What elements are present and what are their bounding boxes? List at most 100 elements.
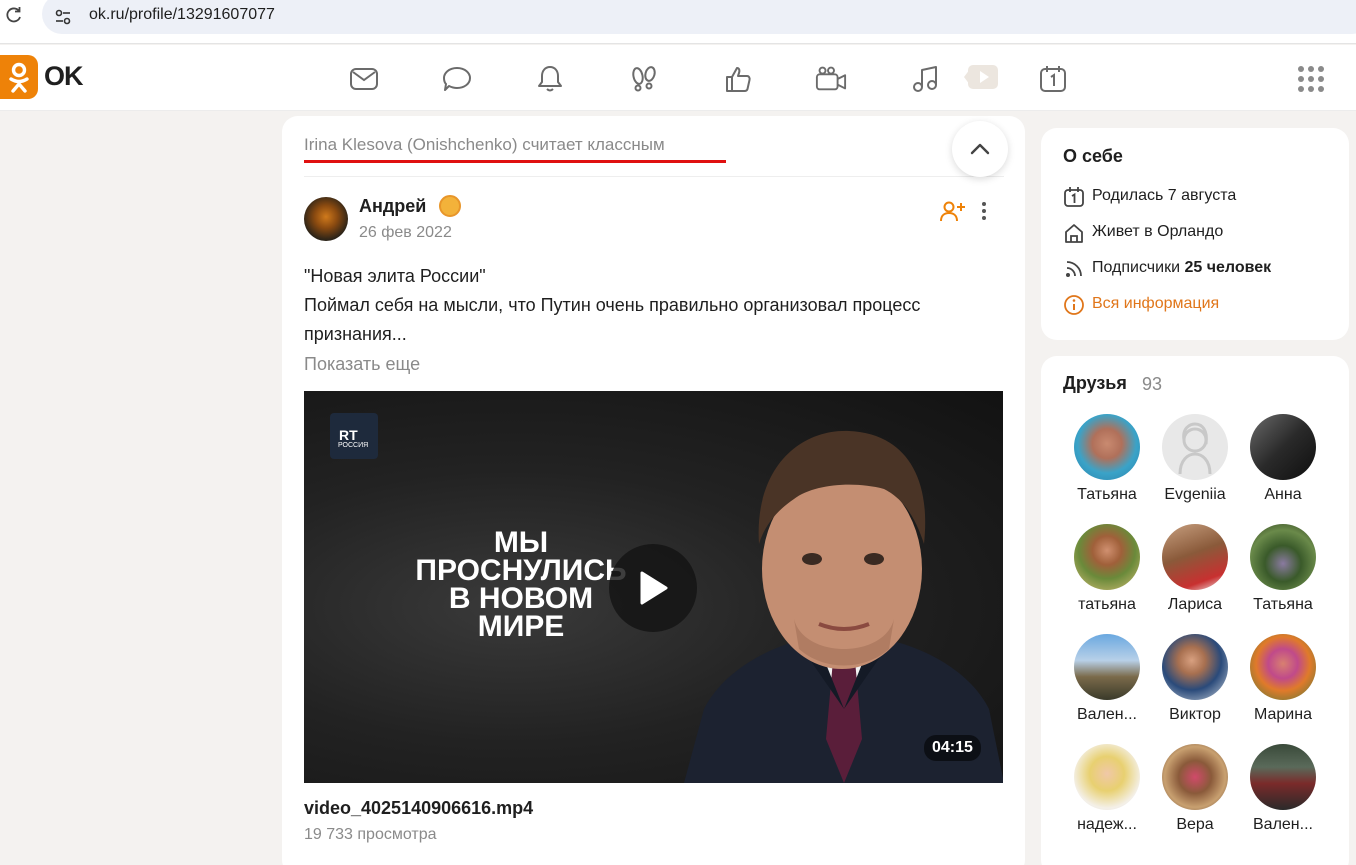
friend-name[interactable]: Evgeniia [1155,486,1235,504]
author-name[interactable]: Андрей [359,196,426,217]
site-info-icon[interactable] [52,6,74,28]
likes-icon[interactable] [722,63,754,95]
friend-item[interactable]: Татьяна [1067,414,1147,514]
highlight-underline [304,160,726,163]
ok-logo[interactable] [0,55,38,99]
friend-avatar[interactable] [1074,634,1140,700]
friend-name[interactable]: Виктор [1155,706,1235,724]
subscribers-label: Подписчики [1092,259,1181,276]
friends-count: 93 [1142,374,1163,394]
reload-icon[interactable] [4,5,24,25]
post-text-line: "Новая элита России" [304,266,486,286]
calendar-icon [1063,186,1085,208]
home-icon [1063,222,1085,244]
video-views: 19 733 просмотра [304,826,437,843]
add-friend-icon[interactable] [940,200,966,222]
friend-avatar[interactable] [1162,634,1228,700]
friend-name[interactable]: Вален... [1067,706,1147,724]
friend-avatar[interactable] [1162,414,1228,480]
all-info-text[interactable]: Вся информация [1092,295,1219,313]
video-player[interactable]: RT РОССИЯ МЫ ПРОСНУЛИСЬ В НОВОМ МИРЕ 04:… [304,391,1003,783]
post-date[interactable]: 26 фев 2022 [359,224,452,242]
subscribers-text: Подписчики 25 человек [1092,259,1271,277]
friend-name[interactable]: надеж... [1067,816,1147,834]
location-text: Живет в Орландо [1092,223,1224,240]
browser-toolbar: ok.ru/profile/13291607077 [0,0,1356,44]
notifications-icon[interactable] [534,63,566,95]
friend-avatar[interactable] [1250,634,1316,700]
friend-avatar[interactable] [1074,524,1140,590]
friend-item[interactable]: Татьяна [1243,524,1323,624]
friend-item[interactable]: Вален... [1243,744,1323,844]
url-text[interactable]: ok.ru/profile/13291607077 [89,6,275,24]
collapse-button[interactable] [952,121,1008,177]
info-icon [1063,294,1085,316]
friend-avatar[interactable] [1074,414,1140,480]
badge-text: RT [339,427,358,443]
all-info-link[interactable]: Вся информация [1063,294,1343,318]
rss-icon [1063,258,1085,280]
messages-icon[interactable] [348,63,380,95]
badge-subtext: РОССИЯ [338,442,369,449]
friend-name[interactable]: татьяна [1067,596,1147,614]
video-duration: 04:15 [924,735,981,761]
show-more-link[interactable]: Показать еще [304,354,420,375]
friend-avatar[interactable] [1250,524,1316,590]
friend-item[interactable]: Лариса [1155,524,1235,624]
friend-avatar[interactable] [1074,744,1140,810]
birthday-row: Родилась 7 августа [1063,186,1343,210]
birthday-text: Родилась 7 августа [1092,187,1237,204]
more-options-icon[interactable] [978,200,990,222]
author-avatar[interactable] [304,197,348,241]
play-button[interactable] [609,544,697,632]
calendar-icon[interactable] [1037,63,1069,95]
friend-name[interactable]: Татьяна [1067,486,1147,504]
friend-item[interactable]: Анна [1243,414,1323,514]
chevron-up-icon [970,143,990,155]
friend-item[interactable]: Виктор [1155,634,1235,734]
divider [304,176,1004,177]
address-bar[interactable]: ok.ru/profile/13291607077 [42,0,1356,34]
video-title[interactable]: video_4025140906616.mp4 [304,798,533,819]
friend-item[interactable]: Evgeniia [1155,414,1235,514]
friend-item[interactable]: татьяна [1067,524,1147,624]
default-avatar-icon [1178,422,1212,475]
video-promo-icon[interactable] [964,63,1000,91]
friends-title[interactable]: Друзья [1063,373,1127,394]
about-title: О себе [1063,146,1123,166]
apps-grid-icon[interactable] [1296,64,1326,94]
friend-item[interactable]: Вален... [1067,634,1147,734]
channel-badge: RT РОССИЯ [330,413,378,459]
friend-name[interactable]: Анна [1243,486,1323,504]
friend-avatar[interactable] [1162,744,1228,810]
discussions-icon[interactable] [441,63,473,95]
friend-name[interactable]: Татьяна [1243,596,1323,614]
feed-post-card: Irina Klesova (Onishchenko) считает клас… [282,116,1025,865]
friend-item[interactable]: Марина [1243,634,1323,734]
site-header: OK [0,45,1356,111]
friend-avatar[interactable] [1250,414,1316,480]
about-card: О себе Родилась 7 августа Живет в Орланд… [1041,128,1349,340]
play-icon [640,571,668,605]
location-row: Живет в Орландо [1063,222,1343,246]
guests-icon[interactable] [628,63,660,95]
friend-name[interactable]: Вален... [1243,816,1323,834]
friend-name[interactable]: Лариса [1155,596,1235,614]
friend-avatar[interactable] [1250,744,1316,810]
friends-card: Друзья 93 Татьяна Evgeniia Анна татьяна … [1041,356,1349,865]
friend-avatar[interactable] [1162,524,1228,590]
logo-text[interactable]: OK [44,61,83,92]
subscribers-value: 25 человек [1184,259,1272,276]
friend-name[interactable]: Марина [1243,706,1323,724]
smiley-icon [439,195,461,217]
liked-by-text[interactable]: Irina Klesova (Onishchenko) считает клас… [304,135,665,155]
subscribers-row[interactable]: Подписчики 25 человек [1063,258,1343,282]
friend-name[interactable]: Вера [1155,816,1235,834]
video-person-figure [684,409,1003,783]
post-text-line: Поймал себя на мысли, что Путин очень пр… [304,295,921,344]
post-text: "Новая элита России" Поймал себя на мысл… [304,262,1004,349]
music-icon[interactable] [909,63,941,95]
video-icon[interactable] [815,63,847,95]
friend-item[interactable]: Вера [1155,744,1235,844]
friend-item[interactable]: надеж... [1067,744,1147,844]
